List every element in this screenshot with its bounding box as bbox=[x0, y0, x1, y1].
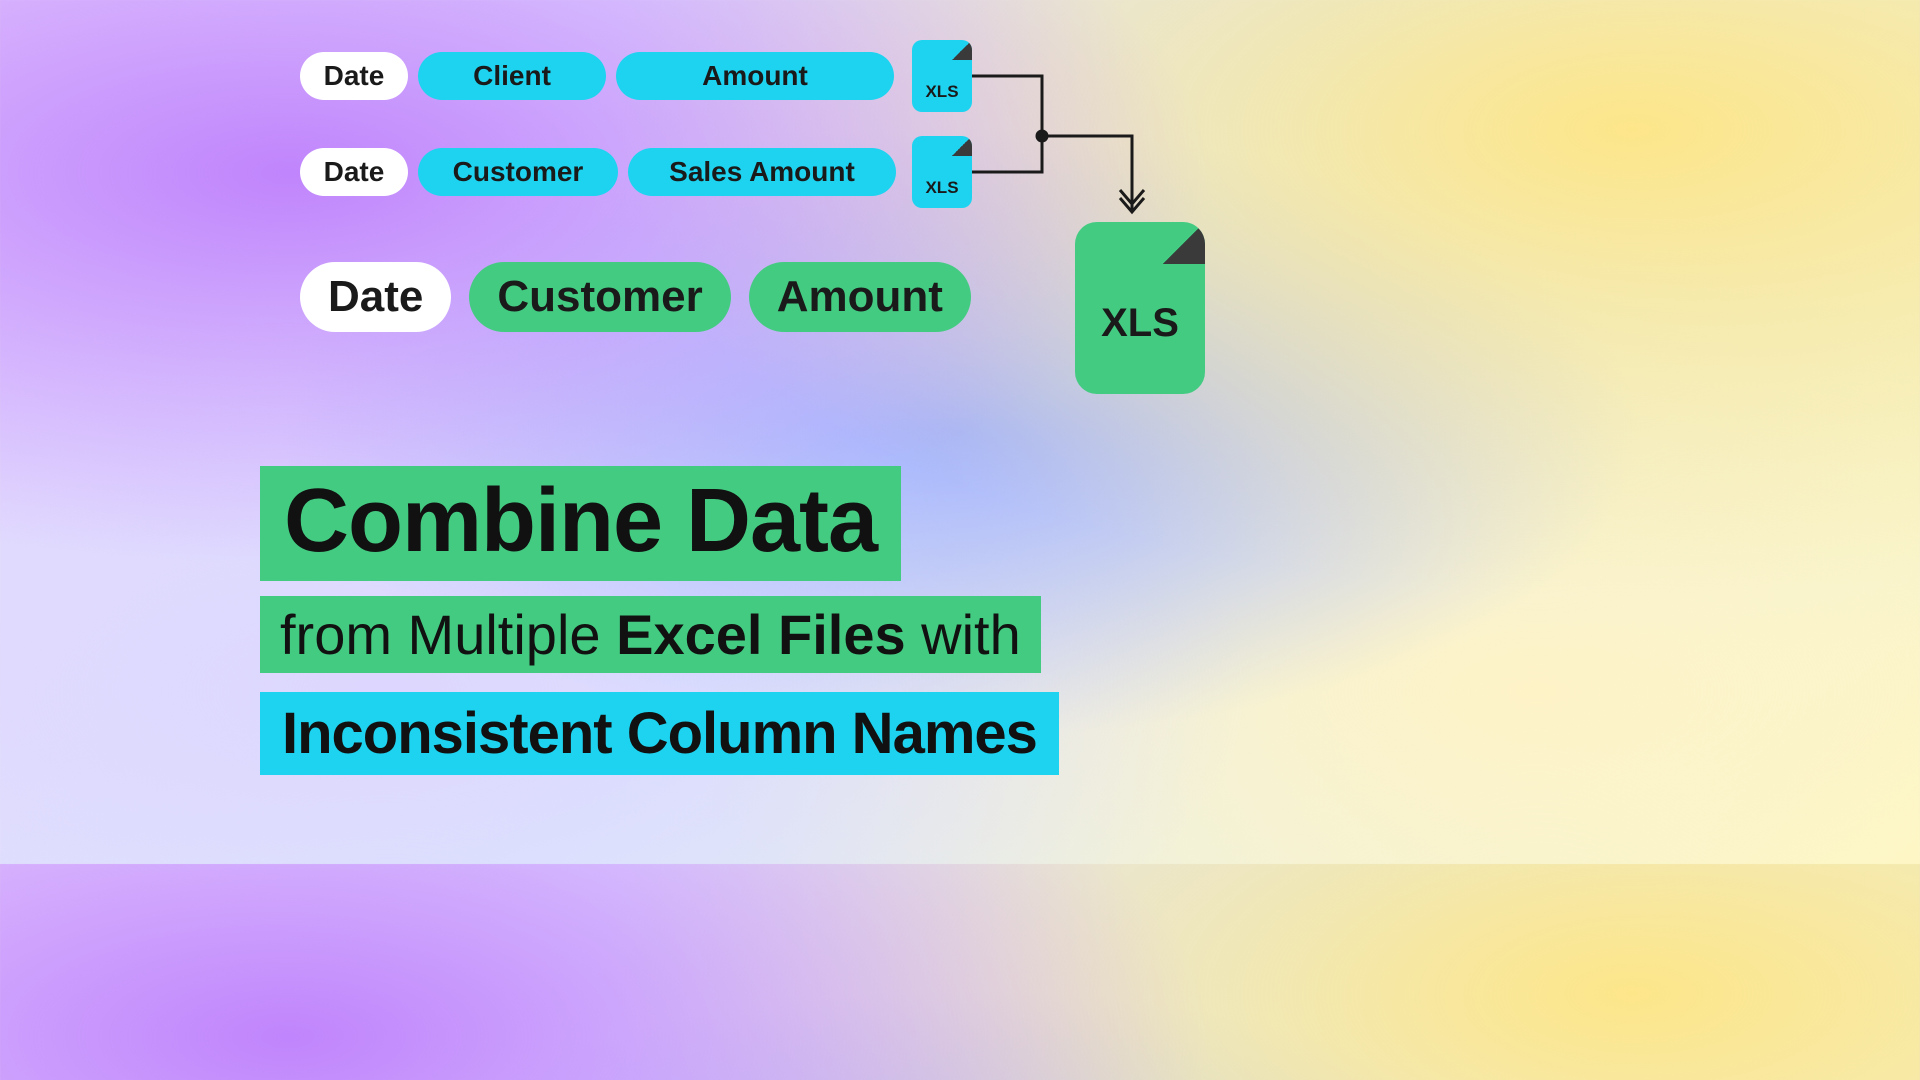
xls-file-icon: XLS bbox=[912, 136, 972, 208]
column-pill-date: Date bbox=[300, 148, 408, 196]
source-row-2: Date Customer Sales Amount bbox=[300, 148, 896, 196]
column-pill-amount: Amount bbox=[749, 262, 971, 332]
column-pill-date: Date bbox=[300, 52, 408, 100]
title-line-1: Combine Data bbox=[260, 466, 901, 581]
column-pill-client: Client bbox=[418, 52, 606, 100]
title-text-bold: Excel Files bbox=[616, 603, 906, 666]
column-pill-sales-amount: Sales Amount bbox=[628, 148, 896, 196]
title-line-2: from Multiple Excel Files with bbox=[260, 596, 1041, 673]
column-pill-date: Date bbox=[300, 262, 451, 332]
source-row-1: Date Client Amount bbox=[300, 52, 894, 100]
column-pill-amount: Amount bbox=[616, 52, 894, 100]
column-pill-customer: Customer bbox=[418, 148, 618, 196]
title-line-3: Inconsistent Column Names bbox=[260, 692, 1059, 775]
xls-file-icon-large: XLS bbox=[1075, 222, 1205, 394]
diagram-canvas: Date Client Amount XLS Date Customer Sal… bbox=[0, 0, 1536, 864]
title-text: with bbox=[906, 603, 1021, 666]
column-pill-customer: Customer bbox=[469, 262, 730, 332]
xls-file-icon: XLS bbox=[912, 40, 972, 112]
merge-connector-icon bbox=[972, 40, 1172, 230]
result-row: Date Customer Amount bbox=[300, 262, 971, 332]
title-text: from Multiple bbox=[280, 603, 616, 666]
